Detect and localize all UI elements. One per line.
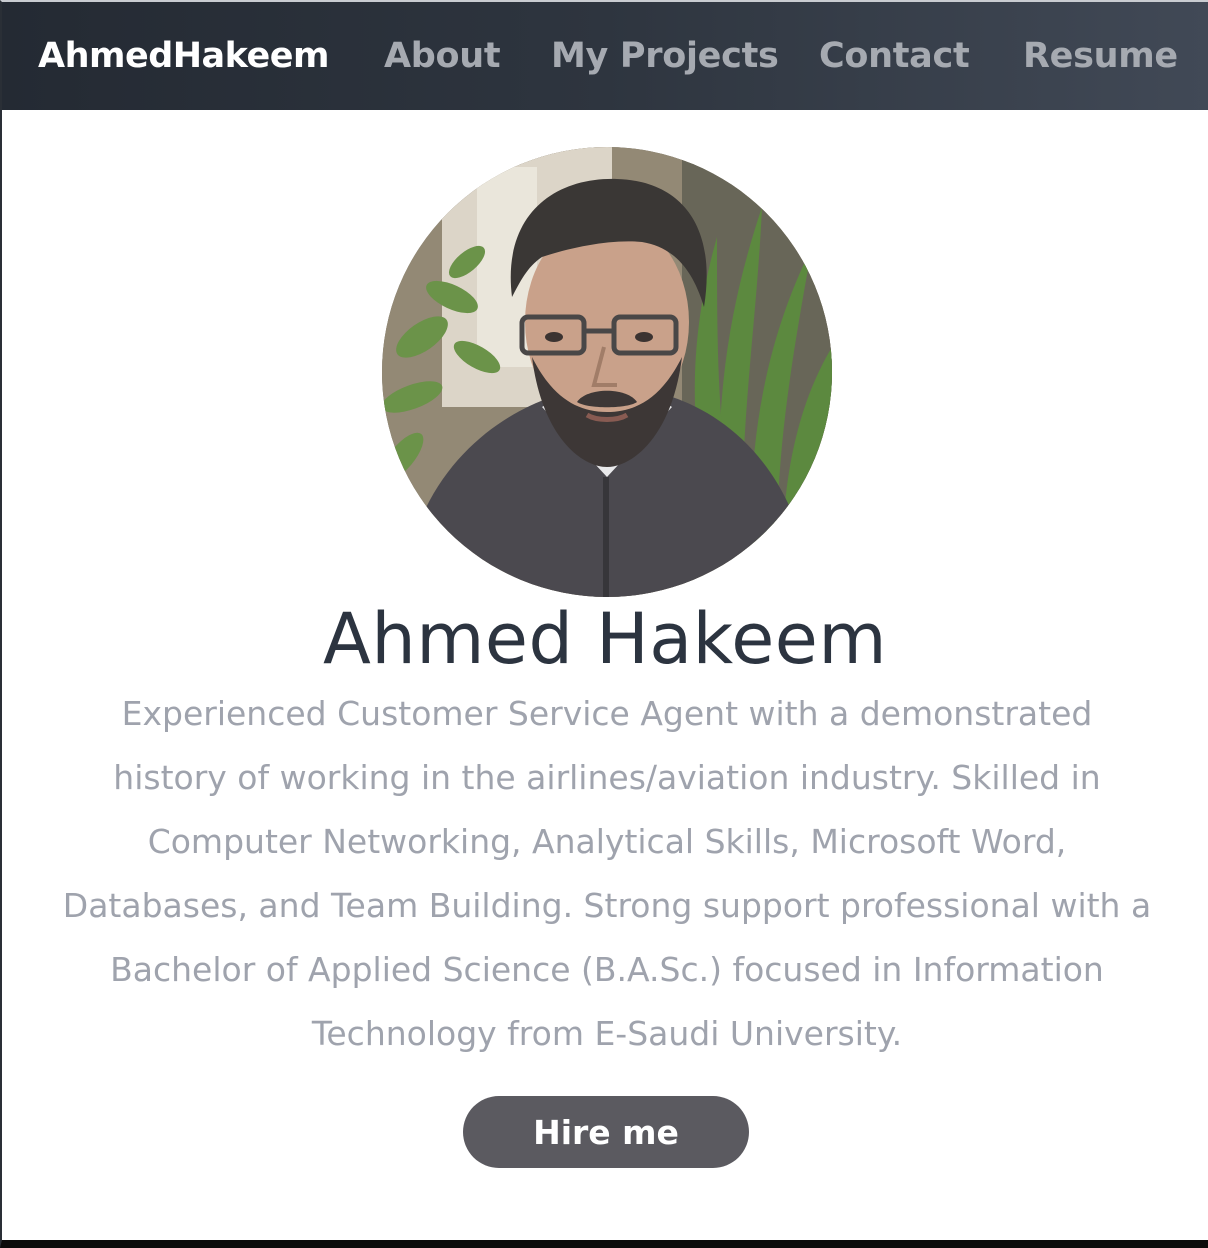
- top-navbar: AhmedHakeem About My Projects Contact Re…: [2, 2, 1208, 110]
- profile-photo-illustration: [382, 147, 832, 597]
- brand-logo-link[interactable]: AhmedHakeem: [38, 36, 329, 76]
- hero-bio: Experienced Customer Service Agent with …: [62, 694, 1152, 1053]
- nav-link-about[interactable]: About: [384, 36, 501, 76]
- hero-name: Ahmed Hakeem: [322, 598, 888, 680]
- profile-photo: [382, 147, 832, 597]
- hire-me-button[interactable]: Hire me: [463, 1096, 749, 1168]
- nav-link-resume[interactable]: Resume: [1023, 36, 1178, 76]
- nav-link-my-projects[interactable]: My Projects: [551, 36, 779, 76]
- nav-link-contact[interactable]: Contact: [819, 36, 970, 76]
- page-frame: AhmedHakeem About My Projects Contact Re…: [0, 0, 1208, 1248]
